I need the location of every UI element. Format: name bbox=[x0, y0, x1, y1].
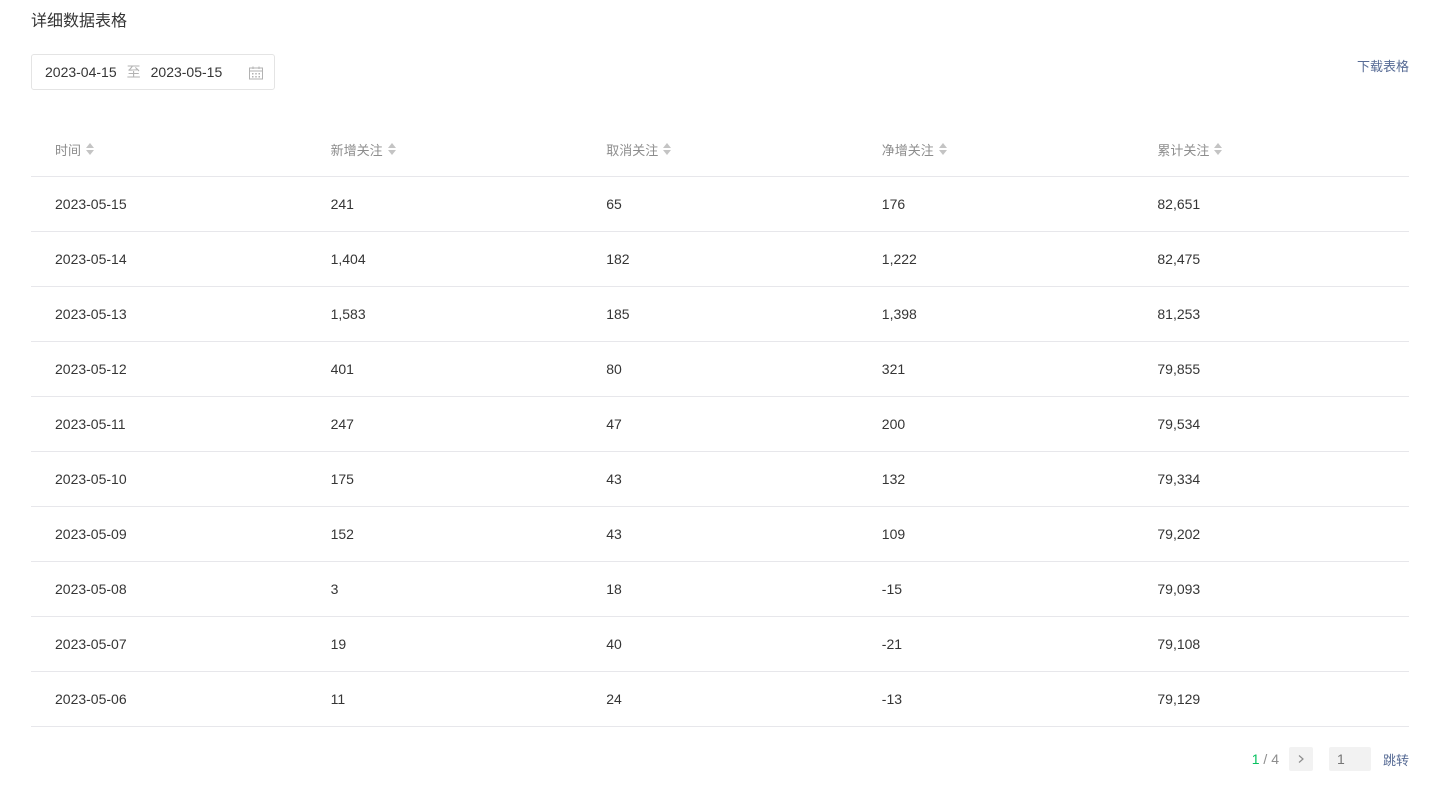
table-cell-col-time: 2023-05-06 bbox=[55, 691, 127, 707]
table-cell-col-unfollows: 24 bbox=[606, 691, 622, 707]
header-col-total-follows[interactable]: 累计关注 bbox=[1133, 140, 1409, 159]
header-label: 新增关注 bbox=[330, 142, 383, 158]
current-page: 1 bbox=[1251, 751, 1260, 767]
table-row: 2023-05-10 175 43 132 79,334 bbox=[31, 452, 1409, 507]
table-cell-col-new-follows: 3 bbox=[330, 581, 339, 597]
table-cell-col-net-follows: 1,398 bbox=[881, 306, 917, 322]
start-date[interactable]: 2023-04-15 bbox=[45, 64, 117, 80]
table-row: 2023-05-15 241 65 176 82,651 bbox=[31, 177, 1409, 232]
table-cell-col-total-follows: 79,534 bbox=[1157, 416, 1201, 432]
calendar-icon[interactable] bbox=[248, 65, 264, 81]
table-cell-col-total-follows: 79,129 bbox=[1157, 691, 1201, 707]
table-cell-col-time: 2023-05-10 bbox=[55, 471, 127, 487]
total-pages: 4 bbox=[1271, 751, 1279, 767]
table-cell-col-time: 2023-05-12 bbox=[55, 361, 127, 377]
sort-icon[interactable] bbox=[662, 141, 672, 157]
table-cell-col-new-follows: 401 bbox=[330, 361, 354, 377]
date-range-picker[interactable]: 2023-04-15 至 2023-05-15 bbox=[31, 54, 275, 90]
download-table-link[interactable]: 下载表格 bbox=[1357, 56, 1409, 75]
table-row: 2023-05-14 1,404 182 1,222 82,475 bbox=[31, 232, 1409, 287]
table-cell-col-time: 2023-05-14 bbox=[55, 251, 127, 267]
page-separator: / bbox=[1259, 751, 1272, 767]
table-cell-col-unfollows: 65 bbox=[606, 196, 622, 212]
sort-icon[interactable] bbox=[85, 141, 95, 157]
table-cell-col-time: 2023-05-11 bbox=[55, 416, 126, 432]
table-cell-col-total-follows: 79,855 bbox=[1157, 361, 1201, 377]
sort-icon[interactable] bbox=[938, 141, 948, 157]
header-col-time[interactable]: 时间 bbox=[31, 140, 307, 159]
table-cell-col-unfollows: 80 bbox=[606, 361, 622, 377]
table-cell-col-total-follows: 82,651 bbox=[1157, 196, 1201, 212]
table-cell-col-time: 2023-05-13 bbox=[55, 306, 127, 322]
table-cell-col-net-follows: 321 bbox=[881, 361, 906, 377]
table-cell-col-unfollows: 43 bbox=[606, 526, 622, 542]
table-cell-col-new-follows: 152 bbox=[330, 526, 354, 542]
header-label: 累计关注 bbox=[1157, 142, 1210, 158]
table-cell-col-unfollows: 185 bbox=[606, 306, 630, 322]
table-row: 2023-05-07 19 40 -21 79,108 bbox=[31, 617, 1409, 672]
table-cell-col-net-follows: 132 bbox=[881, 471, 906, 487]
date-range-separator: 至 bbox=[126, 64, 141, 80]
page-indicator: 1 / 4 bbox=[1252, 751, 1279, 767]
header-label: 净增关注 bbox=[881, 142, 934, 158]
end-date[interactable]: 2023-05-15 bbox=[151, 64, 223, 80]
table-row: 2023-05-11 247 47 200 79,534 bbox=[31, 397, 1409, 452]
page-jump-input[interactable] bbox=[1328, 747, 1371, 771]
table-cell-col-total-follows: 82,475 bbox=[1157, 251, 1201, 267]
table-row: 2023-05-06 11 24 -13 79,129 bbox=[31, 672, 1409, 727]
header-label: 时间 bbox=[55, 142, 82, 158]
table-cell-col-total-follows: 79,108 bbox=[1157, 636, 1201, 652]
table-cell-col-total-follows: 79,093 bbox=[1157, 581, 1201, 597]
section-title: 详细数据表格 bbox=[31, 13, 128, 30]
table-cell-col-net-follows: 1,222 bbox=[881, 251, 917, 267]
table-cell-col-unfollows: 18 bbox=[606, 581, 622, 597]
table-row: 2023-05-12 401 80 321 79,855 bbox=[31, 342, 1409, 397]
table-body: 2023-05-15 241 65 176 82,651 2023-05-14 1,404 1… bbox=[31, 177, 1409, 727]
header-col-net-follows[interactable]: 净增关注 bbox=[858, 140, 1134, 159]
table-cell-col-total-follows: 81,253 bbox=[1157, 306, 1201, 322]
pagination: 1 / 4 跳转 bbox=[1252, 747, 1409, 771]
table-cell-col-new-follows: 175 bbox=[330, 471, 354, 487]
table-row: 2023-05-09 152 43 109 79,202 bbox=[31, 507, 1409, 562]
next-page-button[interactable] bbox=[1288, 747, 1313, 771]
table-cell-col-time: 2023-05-09 bbox=[55, 526, 127, 542]
table-header: 时间 新增关注 取消关注 净增关注 累计关注 bbox=[31, 122, 1409, 177]
header-col-new-follows[interactable]: 新增关注 bbox=[307, 140, 583, 159]
sort-icon[interactable] bbox=[387, 141, 397, 157]
table-cell-col-time: 2023-05-15 bbox=[55, 196, 127, 212]
table-cell-col-net-follows: 200 bbox=[881, 416, 906, 432]
header-col-unfollows[interactable]: 取消关注 bbox=[582, 140, 858, 159]
table-cell-col-unfollows: 182 bbox=[606, 251, 630, 267]
table-cell-col-new-follows: 11 bbox=[330, 691, 346, 707]
table-cell-col-unfollows: 40 bbox=[606, 636, 622, 652]
chevron-right-icon bbox=[1298, 755, 1304, 763]
table-cell-col-new-follows: 1,404 bbox=[330, 251, 366, 267]
table-cell-col-new-follows: 1,583 bbox=[330, 306, 366, 322]
table-row: 2023-05-13 1,583 185 1,398 81,253 bbox=[31, 287, 1409, 342]
jump-button[interactable]: 跳转 bbox=[1383, 750, 1409, 769]
table-cell-col-unfollows: 47 bbox=[606, 416, 622, 432]
table-cell-col-new-follows: 241 bbox=[330, 196, 354, 212]
table-cell-col-time: 2023-05-08 bbox=[55, 581, 127, 597]
page: 详细数据表格 2023-04-15 至 2023-05-15 下载表格 时间 新增… bbox=[0, 0, 1432, 812]
data-table: 时间 新增关注 取消关注 净增关注 累计关注 2023-05-15 241 65 176 82,… bbox=[31, 122, 1409, 727]
table-cell-col-unfollows: 43 bbox=[606, 471, 622, 487]
table-cell-col-net-follows: -13 bbox=[881, 691, 903, 707]
table-cell-col-total-follows: 79,202 bbox=[1157, 526, 1201, 542]
table-cell-col-new-follows: 19 bbox=[330, 636, 347, 652]
table-cell-col-total-follows: 79,334 bbox=[1157, 471, 1201, 487]
table-cell-col-net-follows: -15 bbox=[881, 581, 903, 597]
table-cell-col-net-follows: -21 bbox=[881, 636, 903, 652]
table-cell-col-new-follows: 247 bbox=[330, 416, 354, 432]
table-cell-col-net-follows: 176 bbox=[881, 196, 906, 212]
table-cell-col-time: 2023-05-07 bbox=[55, 636, 127, 652]
sort-icon[interactable] bbox=[1213, 141, 1223, 157]
table-cell-col-net-follows: 109 bbox=[881, 526, 906, 542]
header-label: 取消关注 bbox=[606, 142, 659, 158]
table-row: 2023-05-08 3 18 -15 79,093 bbox=[31, 562, 1409, 617]
